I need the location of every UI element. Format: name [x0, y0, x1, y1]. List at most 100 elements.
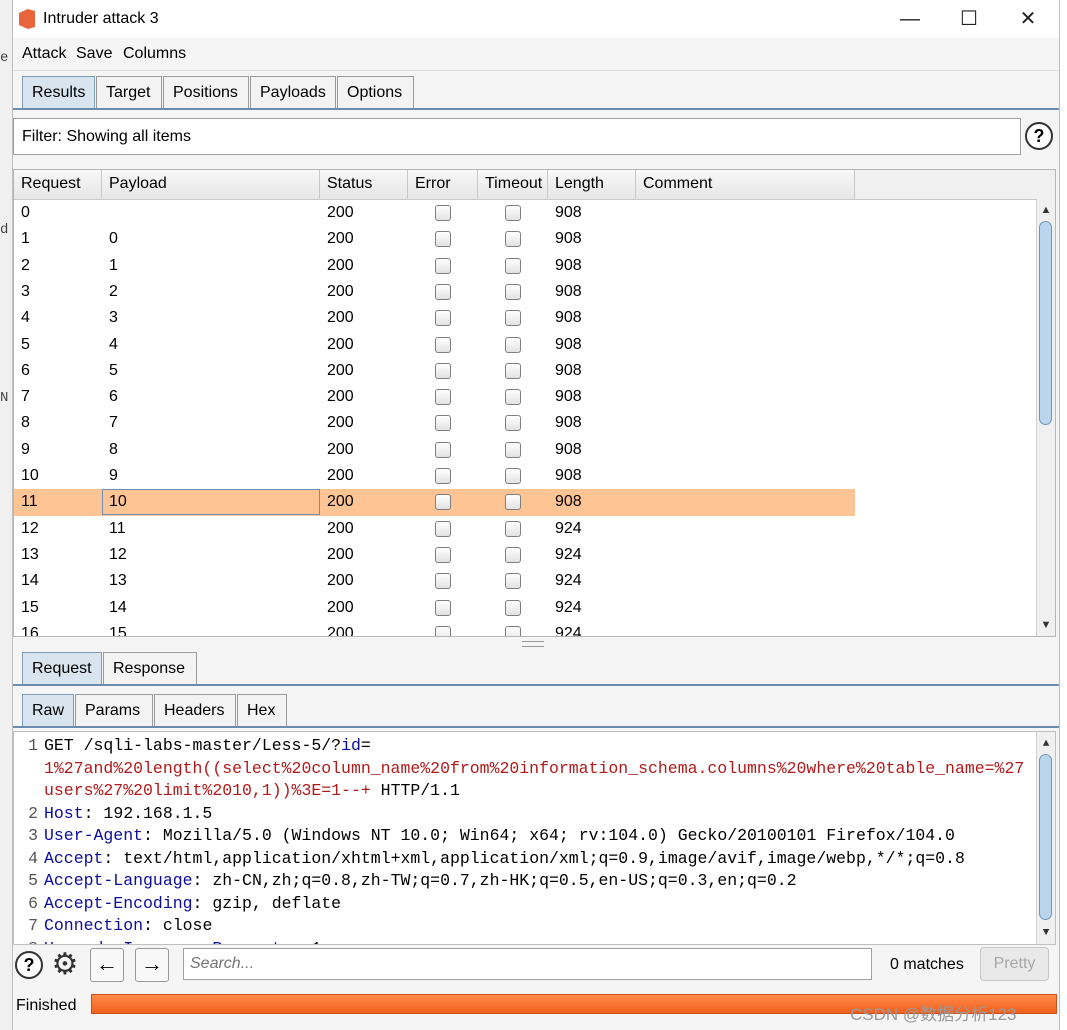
cell-request: 3	[21, 282, 30, 300]
minimize-button[interactable]: —	[887, 4, 933, 34]
tab-payloads[interactable]: Payloads	[250, 76, 336, 108]
cell-payload: 15	[109, 624, 127, 637]
tab-results[interactable]: Results	[22, 76, 95, 108]
table-row[interactable]: 10 9 200 908	[14, 463, 855, 489]
table-row[interactable]: 15 14 200 924	[14, 595, 855, 621]
cell-length: 924	[555, 624, 582, 637]
error-checkbox	[435, 310, 451, 327]
cell-length: 924	[555, 598, 582, 616]
editor-scrollbar[interactable]: ▲ ▼	[1036, 732, 1055, 944]
col-comment[interactable]: Comment	[636, 170, 855, 199]
menu-attack[interactable]: Attack	[22, 45, 66, 63]
cell-status: 200	[327, 624, 354, 637]
background-text: N	[0, 390, 9, 406]
cell-status: 200	[327, 282, 354, 300]
col-payload[interactable]: Payload	[102, 170, 320, 199]
payload-text: users%27%20limit%2010,1))%3E=1--+	[44, 781, 371, 800]
maximize-button[interactable]: ☐	[946, 4, 992, 34]
scroll-down-icon[interactable]: ▼	[1037, 616, 1055, 634]
timeout-checkbox	[505, 520, 521, 537]
cell-payload: 11	[109, 519, 126, 537]
tab-options[interactable]: Options	[337, 76, 414, 108]
gear-icon[interactable]: ⚙	[49, 949, 81, 981]
request-text-segment: =	[360, 736, 371, 755]
header-name: Accept-Encoding	[44, 893, 193, 913]
header-name: Accept-Language	[44, 871, 193, 890]
table-row[interactable]: 5 4 200 908	[14, 332, 855, 358]
col-length[interactable]: Length	[548, 170, 636, 199]
table-row[interactable]: 3 2 200 908	[14, 279, 855, 305]
cell-payload: 0	[109, 230, 118, 248]
cell-request: 1	[21, 230, 30, 248]
table-row[interactable]: 2 1 200 908	[14, 253, 855, 279]
background-window-strip	[0, 0, 12, 1030]
editor-scroll-thumb[interactable]	[1039, 754, 1052, 920]
menu-columns[interactable]: Columns	[123, 45, 186, 63]
table-row[interactable]: 12 11 200 924	[14, 516, 855, 542]
close-button[interactable]: ✕	[1005, 4, 1051, 34]
search-input[interactable]	[183, 948, 872, 980]
col-request[interactable]: Request	[14, 170, 102, 199]
col-status[interactable]: Status	[320, 170, 408, 199]
background-text: e	[0, 50, 9, 66]
tab-hex[interactable]: Hex	[237, 694, 287, 726]
background-text: d	[0, 222, 9, 238]
cell-length: 908	[555, 361, 582, 379]
cell-request: 7	[21, 388, 30, 406]
help-icon[interactable]: ?	[15, 951, 43, 979]
table-row[interactable]: 8 7 200 908	[14, 410, 855, 436]
filter-help-icon[interactable]: ?	[1025, 122, 1053, 150]
error-checkbox	[435, 362, 451, 379]
table-row[interactable]: 9 8 200 908	[14, 437, 855, 463]
table-row[interactable]: 6 5 200 908	[14, 358, 855, 384]
table-row[interactable]: 0 200 908	[14, 200, 855, 226]
cell-status: 200	[327, 414, 354, 432]
col-error[interactable]: Error	[408, 170, 478, 199]
tab-headers[interactable]: Headers	[154, 694, 236, 726]
filter-bar[interactable]: Filter: Showing all items	[13, 118, 1021, 155]
tab-raw[interactable]: Raw	[22, 694, 74, 726]
timeout-checkbox	[505, 546, 521, 563]
cell-length: 908	[555, 388, 582, 406]
forward-arrow-icon[interactable]: →	[135, 948, 169, 982]
table-row[interactable]: 1 0 200 908	[14, 226, 855, 252]
line-number: 3	[28, 826, 38, 845]
split-pane-divider[interactable]	[522, 641, 544, 647]
header-name: Accept	[44, 848, 104, 868]
back-arrow-icon[interactable]: ←	[90, 948, 124, 982]
error-checkbox	[435, 599, 451, 616]
cell-status: 200	[327, 545, 354, 563]
table-scrollbar[interactable]: ▲ ▼	[1036, 199, 1055, 636]
table-row[interactable]: 11 10 200 908	[14, 489, 855, 516]
col-timeout[interactable]: Timeout	[478, 170, 548, 199]
tab-target[interactable]: Target	[96, 76, 162, 108]
cell-status: 200	[327, 361, 354, 379]
scroll-up-icon[interactable]: ▲	[1037, 201, 1055, 219]
menu-save[interactable]: Save	[76, 45, 112, 63]
raw-request-editor[interactable]: 1 GET /sqli-labs-master/Less-5/?id= 1%27an…	[13, 731, 1056, 945]
table-row[interactable]: 13 12 200 924	[14, 542, 855, 568]
request-line: Accept-Encoding: gzip, deflate	[44, 894, 341, 913]
tab-response[interactable]: Response	[103, 652, 197, 684]
tab-positions[interactable]: Positions	[163, 76, 249, 108]
pretty-button[interactable]: Pretty	[980, 947, 1049, 981]
timeout-checkbox	[505, 625, 521, 636]
request-text-segment: : Mozilla/5.0 (Windows NT 10.0; Win64; x…	[143, 826, 955, 845]
table-scroll-thumb[interactable]	[1039, 221, 1052, 425]
scroll-down-icon[interactable]: ▼	[1037, 924, 1055, 942]
table-row[interactable]: 4 3 200 908	[14, 305, 855, 331]
tab-params[interactable]: Params	[75, 694, 153, 726]
table-row[interactable]: 7 6 200 908	[14, 384, 855, 410]
table-header: Request Payload Status Error Timeout Len…	[14, 170, 1055, 200]
tab-request[interactable]: Request	[22, 652, 102, 684]
error-checkbox	[435, 573, 451, 590]
table-row[interactable]: 16 15 200 924	[14, 621, 855, 637]
request-line: Host: 192.168.1.5	[44, 804, 212, 823]
cell-payload: 13	[109, 572, 127, 590]
table-row[interactable]: 14 13 200 924	[14, 568, 855, 594]
cell-request: 4	[21, 309, 30, 327]
title-bar: Intruder attack 3 — ☐ ✕	[13, 0, 1059, 38]
cell-request: 10	[21, 467, 39, 484]
results-table: Request Payload Status Error Timeout Len…	[13, 169, 1056, 637]
scroll-up-icon[interactable]: ▲	[1037, 735, 1055, 753]
